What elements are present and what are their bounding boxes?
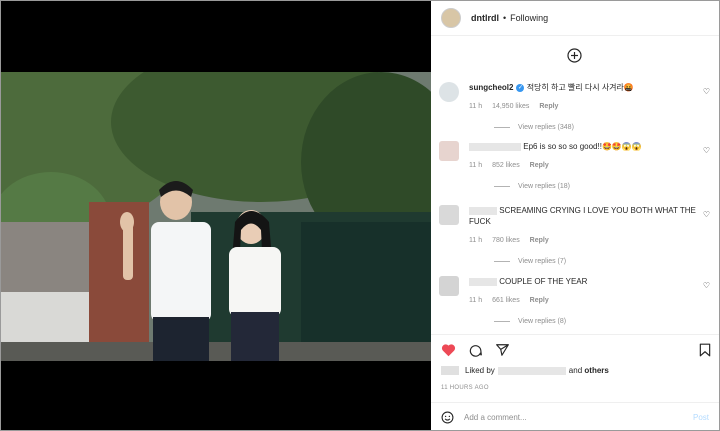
commenter-username[interactable]	[469, 277, 497, 286]
post-actions	[431, 334, 719, 357]
comment-item: COUPLE OF THE YEAR 11 h 661 likes Reply …	[439, 276, 714, 327]
author-username[interactable]: dntlrdl	[471, 13, 499, 23]
comment-meta: 11 h 14,950 likes Reply	[469, 101, 714, 112]
comment-likes[interactable]: 661 likes	[492, 297, 520, 304]
comment-time: 11 h	[469, 237, 483, 244]
and-label: and	[568, 366, 583, 375]
verified-badge-icon: ✓	[516, 83, 525, 92]
share-icon[interactable]	[495, 343, 510, 357]
comment-likes[interactable]: 780 likes	[492, 237, 520, 244]
post-header: dntlrdl • Following	[431, 1, 719, 36]
comment-text: Ep6 is so so so good!!🤩🤩😱😱	[523, 142, 642, 151]
replies-divider	[494, 321, 510, 322]
comment-like-heart-icon[interactable]: ♡	[703, 210, 710, 219]
comment-icon[interactable]	[468, 343, 483, 357]
comment-time: 11 h	[469, 162, 483, 169]
commenter-avatar[interactable]	[439, 82, 459, 102]
reply-button[interactable]: Reply	[530, 237, 549, 244]
liker-avatar[interactable]	[441, 366, 459, 375]
comment-likes[interactable]: 14,950 likes	[492, 103, 529, 110]
comments-panel: dntlrdl • Following sungcheol2 ✓ 적당히 하고 빨…	[431, 1, 719, 430]
commenter-username[interactable]	[469, 206, 497, 215]
following-button[interactable]: Following	[510, 13, 548, 23]
view-replies-button[interactable]: View replies (18)	[494, 181, 714, 192]
bookmark-icon[interactable]	[699, 343, 711, 357]
reply-button[interactable]: Reply	[530, 162, 549, 169]
plus-circle-icon	[567, 48, 582, 63]
others-link[interactable]: others	[584, 366, 608, 375]
view-replies-label: View replies (348)	[518, 124, 574, 131]
add-comment-input[interactable]: Add a comment...	[464, 413, 693, 422]
post-media[interactable]	[1, 1, 431, 430]
commenter-avatar[interactable]	[439, 141, 459, 161]
view-replies-label: View replies (7)	[518, 258, 567, 265]
emoji-icon[interactable]	[441, 411, 454, 424]
post-comment-button[interactable]: Post	[693, 413, 709, 422]
view-replies-button[interactable]: View replies (8)	[494, 316, 714, 327]
comment-meta: 11 h 852 likes Reply	[469, 160, 714, 171]
comment-likes[interactable]: 852 likes	[492, 162, 520, 169]
reply-button[interactable]: Reply	[539, 103, 558, 110]
likes-summary: Liked by and others	[441, 366, 609, 375]
comment-item: sungcheol2 ✓ 적당히 하고 빨리 다시 사겨라🤬 11 h 14,95…	[439, 82, 714, 133]
replies-divider	[494, 261, 510, 262]
post-timestamp[interactable]: 11 HOURS AGO	[441, 385, 489, 391]
view-replies-label: View replies (18)	[518, 183, 571, 190]
comment-text: SCREAMING CRYING I LOVE YOU BOTH WHAT TH…	[469, 206, 696, 226]
reply-button[interactable]: Reply	[530, 297, 549, 304]
replies-divider	[494, 186, 510, 187]
comment-text: 적당히 하고 빨리 다시 사겨라🤬	[526, 83, 634, 92]
comment-item: Ep6 is so so so good!!🤩🤩😱😱 11 h 852 like…	[439, 141, 714, 192]
comment-item: SCREAMING CRYING I LOVE YOU BOTH WHAT TH…	[439, 205, 714, 267]
comment-time: 11 h	[469, 297, 483, 304]
commenter-avatar[interactable]	[439, 205, 459, 225]
view-replies-button[interactable]: View replies (348)	[494, 122, 714, 133]
liked-by-label: Liked by	[465, 366, 495, 375]
load-more-comments-button[interactable]	[567, 48, 582, 68]
comment-like-heart-icon[interactable]: ♡	[703, 146, 710, 155]
commenter-username[interactable]: sungcheol2	[469, 83, 513, 92]
author-avatar[interactable]	[441, 8, 461, 28]
separator-dot: •	[503, 13, 507, 23]
replies-divider	[494, 127, 510, 128]
liker-username[interactable]	[497, 366, 566, 375]
view-replies-button[interactable]: View replies (7)	[494, 256, 714, 267]
view-replies-label: View replies (8)	[518, 318, 567, 325]
commenter-username[interactable]	[469, 142, 521, 151]
add-comment-bar: Add a comment... Post	[431, 402, 719, 431]
comment-like-heart-icon[interactable]: ♡	[703, 87, 710, 96]
comment-meta: 11 h 780 likes Reply	[469, 235, 714, 246]
heart-icon[interactable]	[441, 343, 456, 357]
post-photo	[1, 72, 431, 361]
commenter-avatar[interactable]	[439, 276, 459, 296]
comment-text: COUPLE OF THE YEAR	[499, 277, 588, 286]
comment-like-heart-icon[interactable]: ♡	[703, 281, 710, 290]
comment-meta: 11 h 661 likes Reply	[469, 295, 714, 306]
comment-time: 11 h	[469, 103, 483, 110]
